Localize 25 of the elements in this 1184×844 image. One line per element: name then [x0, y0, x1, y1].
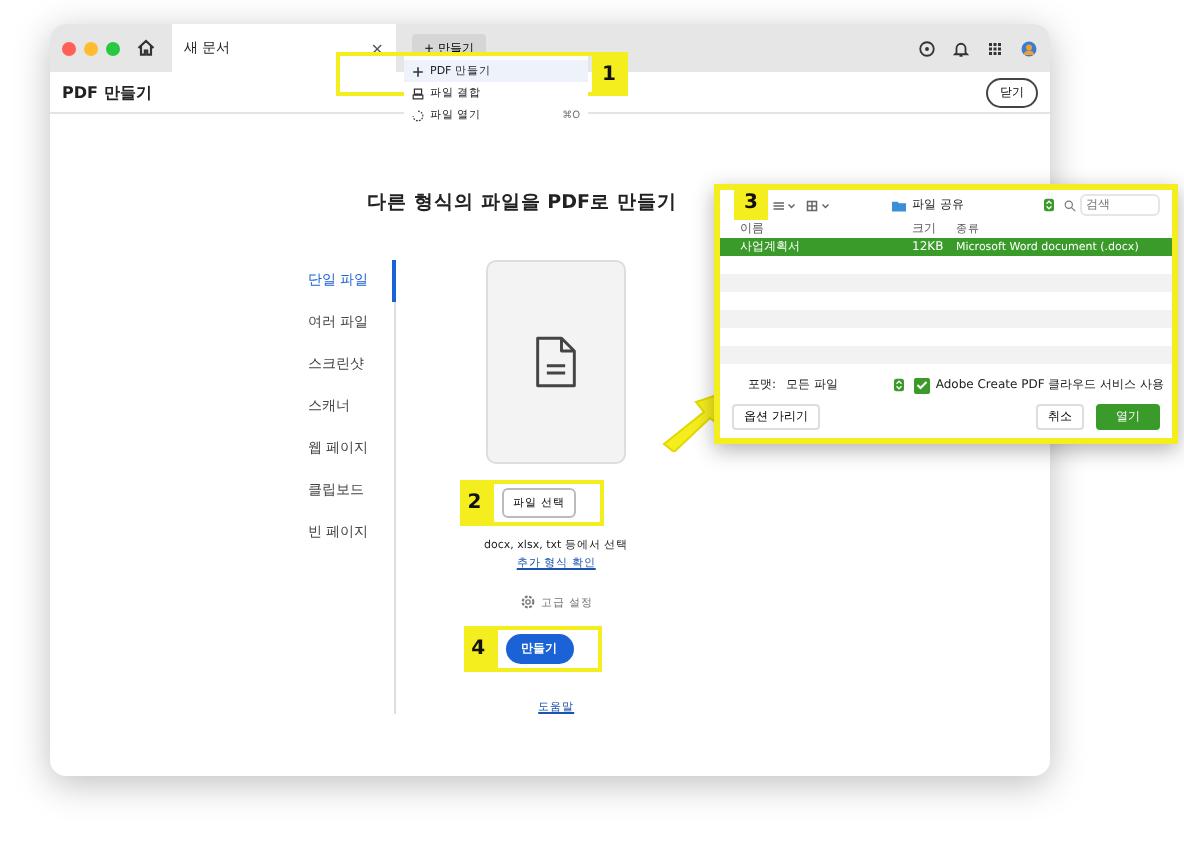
callout-number: 1 — [592, 52, 626, 96]
close-window-icon[interactable] — [62, 41, 76, 55]
list-view-icon[interactable] — [772, 199, 796, 211]
grid-view-icon[interactable] — [806, 199, 830, 211]
zoom-icon[interactable] — [106, 41, 120, 55]
plus-icon — [412, 65, 424, 77]
home-icon[interactable] — [136, 38, 156, 58]
search-icon — [1064, 199, 1076, 211]
page-title: PDF 만들기 — [62, 81, 152, 103]
folder-icon — [892, 199, 906, 211]
heading: 다른 형식의 파일을 PDF로 만들기 — [367, 190, 677, 216]
callout-number: 2 — [459, 480, 490, 526]
help-icon[interactable] — [918, 39, 936, 57]
document-icon — [534, 334, 579, 390]
stack-icon — [412, 87, 424, 99]
checkbox[interactable] — [913, 377, 930, 393]
callout-number: 4 — [463, 626, 494, 672]
stepper-icon[interactable] — [1044, 198, 1054, 212]
apps-grid-icon[interactable] — [986, 39, 1004, 57]
settings-icon[interactable] — [519, 594, 536, 610]
avatar-icon[interactable] — [1020, 39, 1038, 57]
drop-area[interactable] — [486, 260, 627, 464]
callout-number: 3 — [734, 184, 768, 220]
bell-icon[interactable] — [952, 39, 970, 57]
stepper-icon[interactable] — [893, 378, 904, 392]
